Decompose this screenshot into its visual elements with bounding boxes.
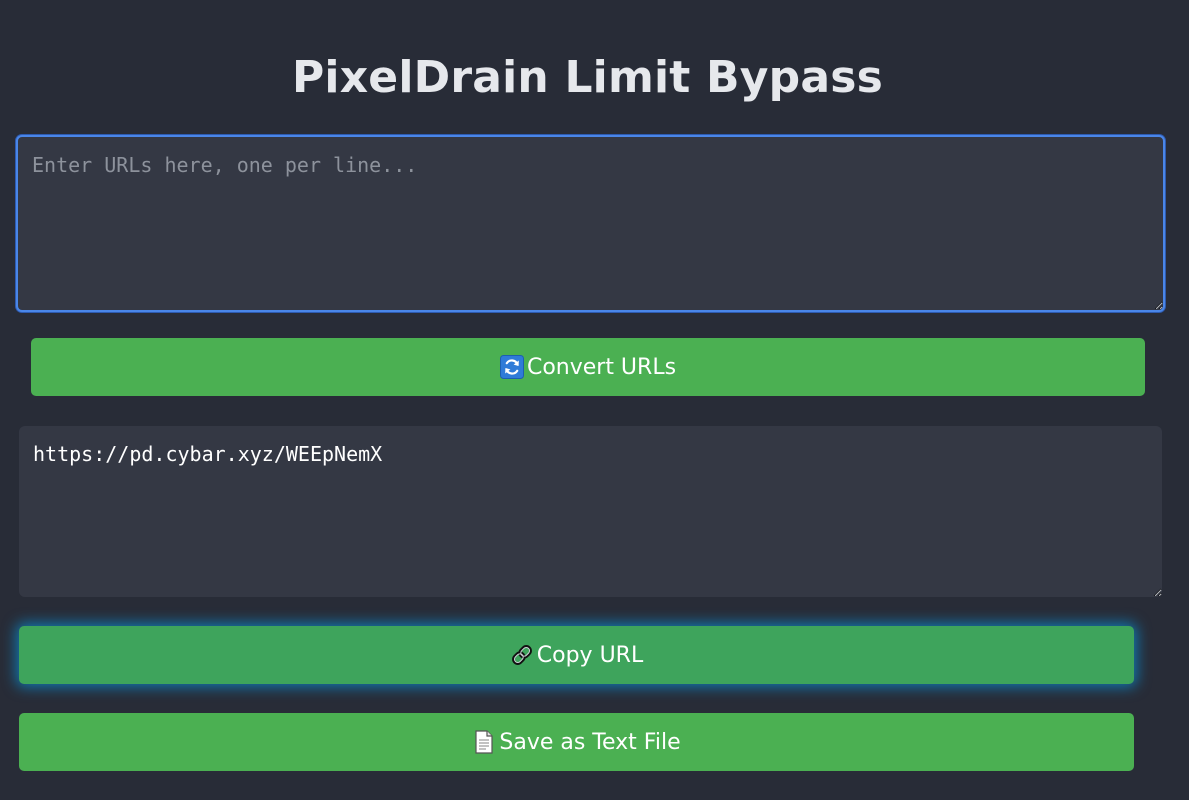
save-text-file-label: Save as Text File <box>499 729 681 755</box>
document-icon <box>472 730 496 754</box>
link-icon <box>510 643 534 667</box>
url-input[interactable] <box>16 135 1165 312</box>
convert-urls-label: Convert URLs <box>526 354 677 380</box>
save-text-file-button[interactable]: Save as Text File <box>19 713 1134 771</box>
page-title: PixelDrain Limit Bypass <box>291 52 884 103</box>
url-output[interactable]: https://pd.cybar.xyz/WEEpNemX <box>19 426 1162 597</box>
convert-urls-button[interactable]: Convert URLs <box>31 338 1145 396</box>
page: PixelDrain Limit Bypass Convert URLs htt… <box>0 0 1189 800</box>
copy-url-button[interactable]: Copy URL <box>19 626 1134 684</box>
refresh-icon <box>499 355 524 379</box>
copy-url-label: Copy URL <box>536 642 644 668</box>
